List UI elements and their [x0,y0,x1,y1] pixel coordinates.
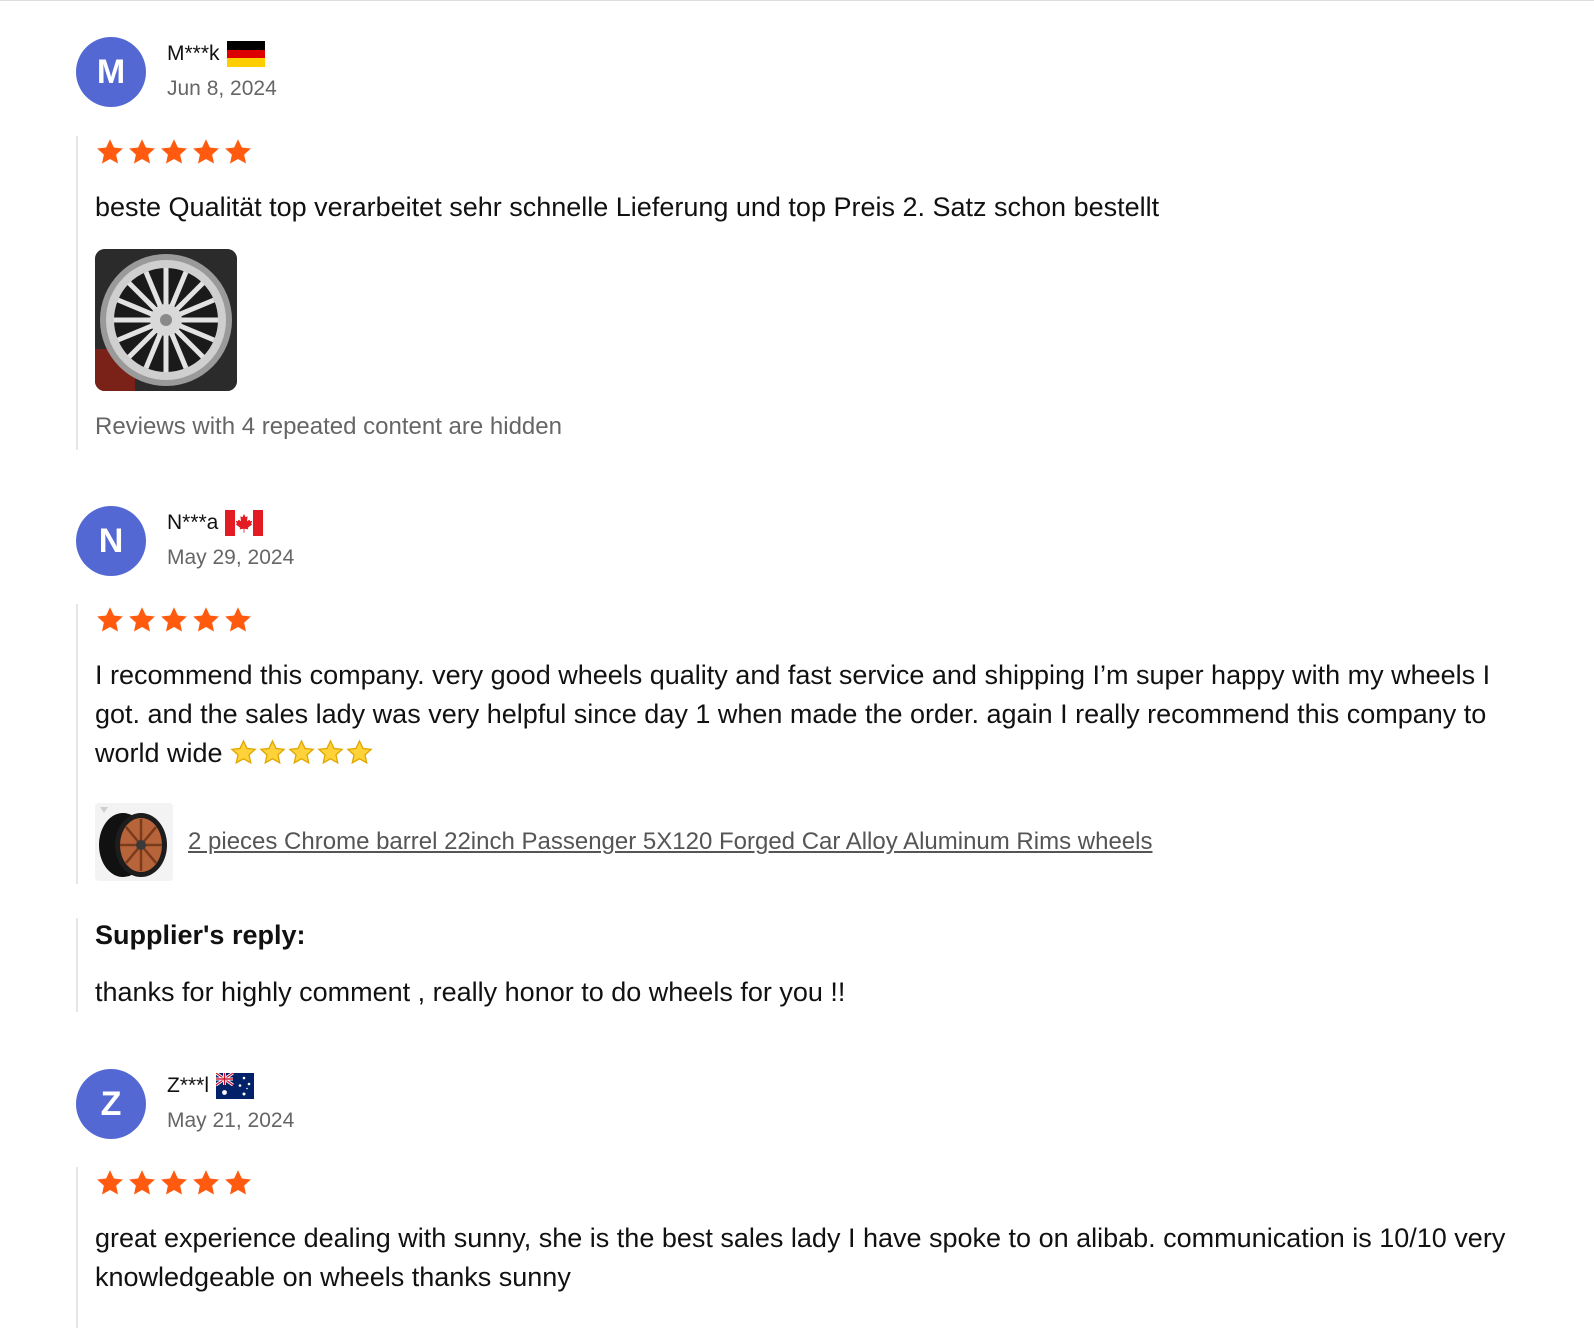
avatar: N [76,506,146,576]
emoji-star-icon [259,739,286,765]
review-body: great experience dealing with sunny, she… [76,1167,1515,1328]
review-date: May 29, 2024 [167,546,295,569]
related-product: 2 pieces Chrome barrel 22inch Passenger … [95,803,1515,881]
review-body: I recommend this company. very good whee… [76,604,1515,884]
product-link[interactable]: 2 pieces Chrome barrel 22inch Passenger … [188,828,1152,856]
star-icon [161,607,187,632]
supplier-reply-text: thanks for highly comment , really honor… [95,977,846,1007]
star-icon [193,607,219,632]
avatar: Z [76,1069,146,1139]
review-text: I recommend this company. very good whee… [95,656,1515,773]
reviewer-name: M***k [167,42,220,65]
supplier-reply: Supplier's reply: thanks for highly comm… [76,918,845,1012]
wheel-product-icon [95,803,173,881]
review-text: beste Qualität top verarbeitet sehr schn… [95,192,1160,222]
star-icon [225,607,251,632]
product-thumbnail[interactable] [95,803,173,881]
star-icon [129,139,155,164]
star-icon [225,1170,251,1195]
star-icon [97,607,123,632]
star-icon [193,139,219,164]
australia-flag-icon [216,1073,255,1099]
star-icon [97,139,123,164]
supplier-reply-title: Supplier's reply: [95,920,306,950]
canada-flag-icon [225,510,264,536]
emoji-star-icon [346,739,373,765]
avatar-initial: N [98,521,124,560]
star-rating [95,604,1515,636]
star-icon [129,607,155,632]
wheel-photo-icon [95,249,237,391]
star-icon [225,139,251,164]
star-icon [129,1170,155,1195]
review-body: beste Qualität top verarbeitet sehr schn… [76,136,1515,450]
star-rating [95,136,1515,168]
germany-flag-icon [226,41,265,67]
hidden-reviews-note: Reviews with 4 repeated content are hidd… [95,413,562,440]
star-icon [161,1170,187,1195]
review-date: May 21, 2024 [167,1109,295,1132]
reviewer-name-row: M***k [167,39,265,69]
emoji-stars [230,738,375,768]
avatar-initial: M [96,52,126,91]
top-divider [0,0,1594,1]
review-photo[interactable] [95,249,237,391]
reviewer-name: Z***l [167,1074,210,1097]
review-text: great experience dealing with sunny, she… [95,1223,1506,1292]
reviewer-name-row: N***a [167,508,264,538]
emoji-star-icon [230,739,257,765]
reviewer-name: N***a [167,511,219,534]
star-rating [95,1167,1515,1199]
avatar-initial: Z [100,1084,122,1123]
emoji-star-icon [288,739,315,765]
avatar: M [76,37,146,107]
reviewer-name-row: Z***l [167,1071,255,1101]
star-icon [193,1170,219,1195]
emoji-star-icon [317,739,344,765]
star-icon [97,1170,123,1195]
star-icon [161,139,187,164]
review-date: Jun 8, 2024 [167,77,277,100]
